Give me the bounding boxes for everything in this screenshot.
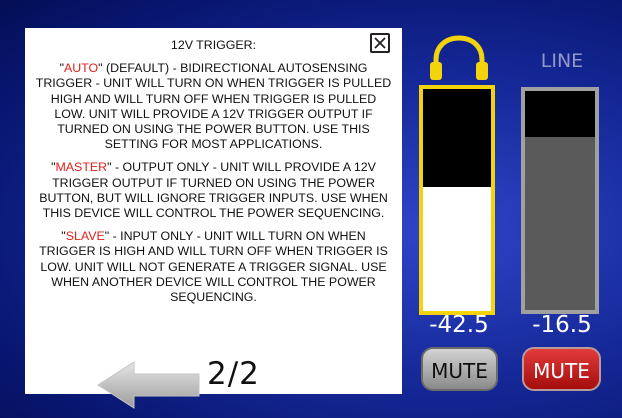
page-indicator: 2/2 bbox=[207, 356, 260, 392]
help-title: 12V TRIGGER: bbox=[170, 38, 257, 52]
left-arrow-icon bbox=[97, 361, 200, 409]
headphone-mute-button[interactable]: MUTE bbox=[421, 347, 498, 391]
help-panel: 12V TRIGGER: "AUTO" (DEFAULT) - BIDIRECT… bbox=[25, 28, 402, 409]
headphone-level-readout: -42.5 bbox=[429, 312, 489, 338]
close-button[interactable] bbox=[370, 33, 390, 53]
back-button[interactable] bbox=[96, 360, 201, 410]
mode-slave-label: SLAVE bbox=[65, 229, 105, 244]
line-level-readout: -16.5 bbox=[532, 312, 592, 338]
help-paragraph-auto: "AUTO" (DEFAULT) - BIDIRECTIONAL AUTOSEN… bbox=[35, 61, 392, 152]
help-text: 12V TRIGGER: "AUTO" (DEFAULT) - BIDIRECT… bbox=[25, 38, 402, 313]
headphones-icon bbox=[430, 35, 488, 80]
line-meter-empty bbox=[525, 91, 595, 137]
line-level-meter bbox=[521, 87, 599, 314]
headphone-meter-empty bbox=[423, 89, 491, 187]
line-label: LINE bbox=[540, 50, 584, 72]
line-mute-button[interactable]: MUTE bbox=[522, 347, 601, 391]
close-x-icon bbox=[374, 37, 386, 49]
mode-auto-label: AUTO bbox=[63, 61, 99, 76]
help-paragraph-master: "MASTER" - OUTPUT ONLY - UNIT WILL PROVI… bbox=[39, 160, 388, 221]
help-paragraph-slave: "SLAVE" - INPUT ONLY - UNIT WILL TURN ON… bbox=[39, 229, 388, 305]
headphone-level-meter bbox=[419, 85, 495, 315]
mode-master-label: MASTER bbox=[55, 160, 108, 175]
